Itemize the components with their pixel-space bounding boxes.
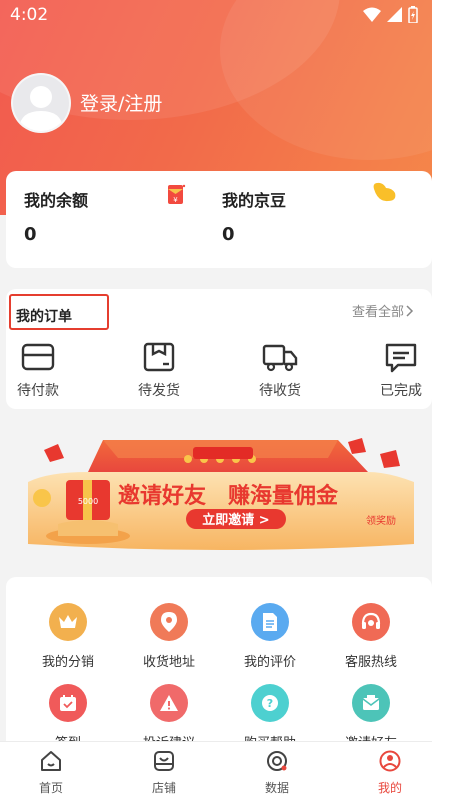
warning-icon [150,684,188,722]
box-icon [143,342,175,372]
orders-title: 我的订单 [16,309,72,325]
banner-title-left: 邀请好友 [118,483,206,509]
order-completed[interactable]: 已完成 [361,342,432,400]
banner-reward-tag: 领奖励 [366,514,396,527]
headset-icon [352,603,390,641]
right-margin [432,0,452,804]
invite-friends-banner[interactable]: 邀请好友 赚海量佣金 立即邀请 > 5000 领奖励 [28,432,414,552]
question-icon: ? [251,684,289,722]
menu-item-label: 我的评价 [243,655,296,670]
profile-icon [379,750,401,772]
tab-label: 数据 [264,781,289,795]
home-icon [41,751,61,771]
default-avatar-icon [19,86,63,131]
services-card: 我的分销 收货地址 我的评价 客服热线 签到 [6,577,432,757]
tab-home[interactable]: 首页 [21,750,81,796]
orders-card: 我的订单 查看全部 待付款 待发货 待收货 已完成 [6,289,432,409]
order-item-label: 已完成 [380,383,422,399]
banner-cta: 立即邀请 > [202,512,269,528]
bottom-tab-bar: 首页 店铺 数据 我的 [0,741,432,804]
tab-label: 我的 [377,781,402,795]
wifi-icon [363,7,381,22]
avatar[interactable] [11,73,71,133]
message-check-icon [385,343,417,373]
envelope-icon [352,684,390,722]
document-icon [251,603,289,641]
status-time: 4:02 [10,5,49,25]
beans-value: 0 [222,224,235,245]
order-pending-shipment[interactable]: 待发货 [119,342,199,400]
wallet-icon [21,343,55,371]
menu-item-label: 我的分销 [41,655,94,670]
crown-icon [49,603,87,641]
tab-shop[interactable]: 店铺 [134,750,194,796]
menu-customer-service[interactable]: 客服热线 [326,603,416,670]
svg-text:?: ? [267,697,273,710]
menu-item-label: 收货地址 [142,655,195,670]
status-icons [363,6,418,23]
menu-my-distribution[interactable]: 我的分销 [23,603,113,670]
wallet-card: 我的余额 ¥ 0 我的京豆 0 [6,171,432,268]
status-bar: 4:02 [0,0,432,32]
data-icon [267,751,287,771]
tab-data[interactable]: 数据 [247,750,307,796]
svg-text:¥: ¥ [173,196,178,204]
beans-label[interactable]: 我的京豆 [222,187,286,211]
order-item-label: 待付款 [17,383,59,399]
chevron-right-icon [406,304,414,317]
menu-my-reviews[interactable]: 我的评价 [225,603,315,670]
menu-shipping-address[interactable]: 收货地址 [124,603,214,670]
banner-badge: 5000 [78,497,98,506]
login-register-link[interactable]: 登录/注册 [80,89,162,116]
battery-charging-icon [408,6,418,23]
profile-screen: 4:02 登录/注册 我的余额 ¥ 0 我的京豆 0 我的订单 查看全部 待付款… [0,0,432,804]
location-pin-icon [150,603,188,641]
balance-value: 0 [24,224,37,245]
order-item-label: 待收货 [259,383,301,399]
shop-icon [154,751,174,771]
tab-profile[interactable]: 我的 [360,750,420,796]
order-pending-payment[interactable]: 待付款 [0,342,78,400]
balance-label[interactable]: 我的余额 [24,187,88,211]
view-all-orders-link[interactable]: 查看全部 [352,301,414,320]
order-item-label: 待发货 [138,383,180,399]
bean-icon [373,182,396,202]
calendar-check-icon [49,684,87,722]
signal-icon [387,7,402,22]
tab-label: 店铺 [151,781,176,795]
order-pending-receipt[interactable]: 待收货 [240,342,320,400]
tab-label: 首页 [38,781,63,795]
menu-item-label: 客服热线 [344,655,397,670]
truck-icon [262,344,298,372]
banner-title-right: 赚海量佣金 [228,483,339,509]
red-envelope-icon: ¥ [168,184,186,204]
view-all-label: 查看全部 [352,305,405,320]
